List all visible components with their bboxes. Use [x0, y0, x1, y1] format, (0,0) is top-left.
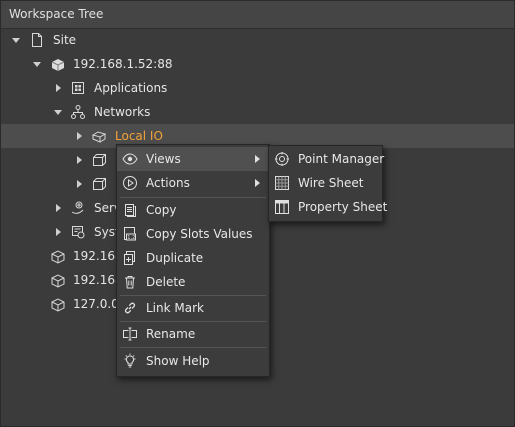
expand-arrow-icon[interactable] [53, 227, 63, 237]
panel-titlebar: Workspace Tree [1, 1, 514, 29]
tree-item-label: Applications [94, 81, 168, 95]
eye-icon [122, 151, 138, 167]
expand-arrow-icon[interactable] [53, 83, 63, 93]
submenu-item-wire-sheet[interactable]: Wire Sheet [269, 171, 382, 195]
menu-item-label: Show Help [146, 354, 210, 368]
views-submenu: Point Manager Wire Sheet Property Sheet [268, 145, 387, 222]
tree-item-label: Site [53, 33, 77, 47]
expand-arrow-icon[interactable] [53, 203, 63, 213]
property-sheet-icon [274, 199, 290, 215]
duplicate-icon [122, 250, 138, 266]
menu-item-label: Property Sheet [298, 200, 388, 214]
tree-item-networks[interactable]: Networks [1, 100, 514, 124]
device-icon [91, 152, 107, 168]
station-icon [50, 296, 66, 312]
menu-item-label: Rename [146, 327, 196, 341]
point-manager-icon [274, 151, 290, 167]
tree-item-label: 192.168.1.52:88 [73, 57, 173, 71]
play-icon [122, 175, 138, 191]
menu-separator [120, 347, 266, 348]
panel-title: Workspace Tree [9, 7, 104, 21]
device-icon [91, 128, 107, 144]
context-menu: Views Actions Copy 1,2 Copy Slots Values… [116, 144, 270, 377]
tree-item-applications[interactable]: Applications [1, 76, 514, 100]
menu-item-copy-slots-values[interactable]: 1,2 Copy Slots Values [117, 222, 269, 246]
expand-arrow-icon[interactable] [32, 59, 42, 69]
menu-item-duplicate[interactable]: Duplicate [117, 246, 269, 270]
expand-arrow-icon[interactable] [74, 179, 84, 189]
menu-item-rename[interactable]: Rename [117, 322, 269, 346]
station-icon [50, 248, 66, 264]
tree-item-label: Local IO [115, 129, 163, 143]
expand-arrow-icon[interactable] [53, 107, 63, 117]
menu-item-label: Point Manager [298, 152, 385, 166]
copy-icon [122, 202, 138, 218]
menu-item-show-help[interactable]: Show Help [117, 349, 269, 373]
tree-item-site[interactable]: Site [1, 28, 514, 52]
station-icon [50, 56, 66, 72]
menu-item-label: Duplicate [146, 251, 204, 265]
lightbulb-icon [122, 353, 138, 369]
trash-icon [122, 274, 138, 290]
expand-arrow-icon[interactable] [74, 131, 84, 141]
copy-slots-icon: 1,2 [122, 226, 138, 242]
submenu-item-point-manager[interactable]: Point Manager [269, 147, 385, 171]
menu-item-actions[interactable]: Actions [117, 171, 269, 195]
tree-item-label: Networks [94, 105, 151, 119]
menu-item-label: Actions [146, 176, 190, 190]
applications-icon [70, 80, 86, 96]
menu-item-label: Copy [146, 203, 177, 217]
menu-item-label: Copy Slots Values [146, 227, 253, 241]
menu-item-views[interactable]: Views [117, 147, 269, 171]
link-icon [122, 300, 138, 316]
menu-item-link-mark[interactable]: Link Mark [117, 296, 269, 320]
device-icon [91, 176, 107, 192]
submenu-item-property-sheet[interactable]: Property Sheet [269, 195, 387, 219]
menu-item-delete[interactable]: Delete [117, 270, 269, 294]
system-icon [70, 224, 86, 240]
menu-item-label: Views [146, 152, 181, 166]
menu-item-label: Delete [146, 275, 186, 289]
wire-sheet-icon [274, 175, 290, 191]
network-icon [70, 104, 86, 120]
station-icon [50, 272, 66, 288]
rename-icon [122, 326, 138, 342]
expand-arrow-icon[interactable] [74, 155, 84, 165]
expand-arrow-icon[interactable] [11, 35, 21, 45]
submenu-arrow-icon [255, 179, 260, 187]
tree-item-station[interactable]: 192.168.1.52:88 [1, 52, 514, 76]
menu-item-label: Wire Sheet [298, 176, 364, 190]
svg-text:1,2: 1,2 [127, 235, 135, 241]
services-icon [70, 200, 86, 216]
submenu-arrow-icon [255, 155, 260, 163]
menu-item-label: Link Mark [146, 301, 204, 315]
menu-item-copy[interactable]: Copy [117, 198, 269, 222]
page-icon [29, 32, 45, 48]
